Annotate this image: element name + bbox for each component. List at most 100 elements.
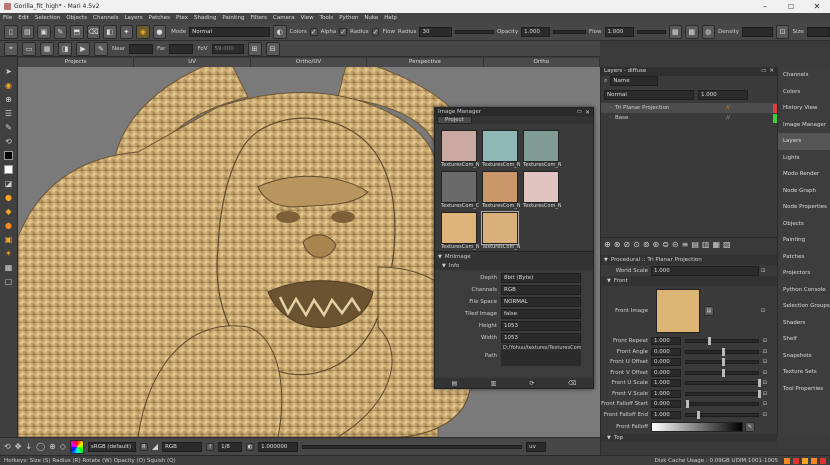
layer-lock-icon[interactable]: // <box>708 105 748 111</box>
shelf-item-snapshots[interactable]: Snapshots <box>778 348 830 365</box>
opacity-field[interactable]: 1.000 <box>521 26 551 37</box>
color-wheel-icon[interactable] <box>69 439 84 454</box>
shelf-item-node-properties[interactable]: Node Properties <box>778 199 830 216</box>
param-slider[interactable] <box>685 358 759 367</box>
exposure-icon[interactable]: ◐ <box>246 442 255 451</box>
param-value[interactable]: 0.000 <box>651 368 681 377</box>
exposure-field[interactable]: 1.000000 <box>258 441 299 452</box>
path-value[interactable]: D:/Yohuu/textures/TexturesCom_MarbleVein… <box>501 344 581 366</box>
front-section[interactable]: Front <box>614 278 628 284</box>
gamma-icon[interactable]: f <box>206 442 215 451</box>
shelf-item-channels[interactable]: Channels <box>778 67 830 84</box>
maximize-icon[interactable]: ☐ <box>778 3 804 11</box>
paint-tool-icon[interactable]: ◉ <box>5 81 12 90</box>
shelf-item-layers[interactable]: Layers <box>778 133 830 150</box>
tab-uv[interactable]: UV <box>134 58 251 67</box>
param-slider[interactable] <box>685 368 759 377</box>
radius-checkbox[interactable]: ✓ <box>339 27 348 36</box>
density-field[interactable] <box>742 26 773 37</box>
opacity-slider[interactable] <box>553 29 586 34</box>
gamma-field[interactable]: 1/8 <box>218 441 243 452</box>
link-icon[interactable]: ⊟ <box>265 41 280 56</box>
minimize-icon[interactable]: – <box>752 2 778 11</box>
shelf-item-projectors[interactable]: Projectors <box>778 265 830 282</box>
shelf-item-colors[interactable]: Colors <box>778 84 830 101</box>
select-tool-icon[interactable]: ➤ <box>5 67 12 76</box>
layer-opacity-field[interactable]: 1.000 <box>698 90 748 100</box>
menu-filters[interactable]: Filters <box>251 15 268 21</box>
channel-dropdown[interactable]: RGB <box>162 441 203 452</box>
frame-selected-icon[interactable]: ◇ <box>60 442 66 451</box>
shelf-item-selection-groups[interactable]: Selection Groups <box>778 298 830 315</box>
menu-objects[interactable]: Objects <box>66 15 87 21</box>
fov-field[interactable]: 59.000 <box>211 43 244 54</box>
import-icon[interactable]: ▤ <box>452 380 458 387</box>
exposure-slider[interactable] <box>302 444 523 449</box>
world-scale-field[interactable]: 1.000 <box>651 265 759 276</box>
param-reset-icon[interactable]: ⊡ <box>763 349 767 355</box>
param-reset-icon[interactable]: ⊡ <box>763 370 767 376</box>
globe-icon[interactable]: ◍ <box>701 24 716 39</box>
foreground-color-swatch[interactable] <box>4 151 13 160</box>
export-icon[interactable]: ▥ <box>491 380 497 387</box>
shelf-item-lights[interactable]: Lights <box>778 150 830 167</box>
brush-orange-icon[interactable]: ● <box>5 193 12 202</box>
sphere-icon[interactable]: ● <box>5 221 12 230</box>
blend-mode-dropdown[interactable]: Normal <box>604 90 694 100</box>
param-slider-knob[interactable] <box>721 358 725 367</box>
brush-active-icon[interactable]: ◉ <box>136 24 150 39</box>
menu-layers[interactable]: Layers <box>124 15 142 21</box>
rotate-view-icon[interactable]: ⟲ <box>4 442 11 451</box>
menu-channels[interactable]: Channels <box>93 15 118 21</box>
colorspace-dropdown[interactable]: sRGB (default) <box>87 441 136 452</box>
tab-projects[interactable]: Projects <box>18 58 135 67</box>
shelf-item-patches[interactable]: Patches <box>778 249 830 266</box>
status-orange-icon-2[interactable] <box>802 457 808 464</box>
mode-dropdown[interactable]: Normal <box>189 26 270 37</box>
menu-selection[interactable]: Selection <box>35 15 60 21</box>
mask-stack-icon[interactable]: ⊜ <box>662 240 669 249</box>
layer-row[interactable]: ◦ Base // <box>601 113 777 123</box>
flow-checkbox[interactable]: ✓ <box>371 27 380 36</box>
front-image-swatch[interactable] <box>656 289 700 333</box>
grid-icon[interactable]: ▦ <box>668 24 683 39</box>
delete-icon[interactable]: ⌫ <box>568 380 576 387</box>
param-value[interactable]: 1.000 <box>651 389 681 398</box>
projector-icon[interactable]: ◨ <box>58 41 72 56</box>
menu-view[interactable]: View <box>301 15 314 21</box>
size-icon[interactable]: ⊡ <box>775 24 790 39</box>
status-red-icon-2[interactable] <box>820 457 826 464</box>
marquee-icon[interactable]: ▣ <box>5 235 13 244</box>
top-section[interactable]: Top <box>614 435 623 441</box>
brush-icon[interactable]: ✦ <box>119 24 134 39</box>
add-layer-icon[interactable]: ⊕ <box>604 240 611 249</box>
shelf-item-image-manager[interactable]: Image Manager <box>778 117 830 134</box>
uv-field[interactable]: uv <box>526 441 547 452</box>
menu-painting[interactable]: Painting <box>222 15 244 21</box>
menu-ptex[interactable]: Ptex <box>176 15 188 21</box>
falloff-edit-icon[interactable]: ✎ <box>745 422 755 432</box>
bake-icon[interactable]: ⬒ <box>70 24 84 39</box>
status-orange-icon[interactable] <box>784 457 790 464</box>
info-value[interactable]: 1053 <box>501 321 581 331</box>
swap-colors-icon[interactable]: ◪ <box>5 179 13 188</box>
texture-thumbnail[interactable]: TexturesCom_N <box>441 130 481 169</box>
close-icon[interactable]: ✕ <box>804 2 830 11</box>
camera-icon[interactable]: ⌖ <box>4 41 18 56</box>
size-field[interactable] <box>806 26 830 37</box>
texture-thumbnail[interactable]: TexturesCom_N <box>482 130 522 169</box>
shelf-item-objects[interactable]: Objects <box>778 216 830 233</box>
colors-toggle[interactable]: ✓ <box>309 27 318 36</box>
menu-tools[interactable]: Tools <box>320 15 334 21</box>
layers-close-icon[interactable]: ✕ <box>769 67 774 76</box>
layer-row[interactable]: ◦ Tri Planar Projection // <box>601 103 777 113</box>
param-slider[interactable] <box>685 337 759 346</box>
param-value[interactable]: 0.000 <box>651 358 681 367</box>
param-value[interactable]: 0.000 <box>651 347 681 356</box>
texture-thumbnail[interactable]: TexturesCom_N <box>523 130 563 169</box>
texture-thumbnail[interactable]: TexturesCom_C <box>441 171 481 210</box>
shelf-item-python-console[interactable]: Python Console <box>778 282 830 299</box>
grid-view-icon[interactable]: ▦ <box>40 41 54 56</box>
status-red-icon[interactable] <box>793 457 799 464</box>
lazy-mouse-icon[interactable]: ● <box>152 24 167 39</box>
